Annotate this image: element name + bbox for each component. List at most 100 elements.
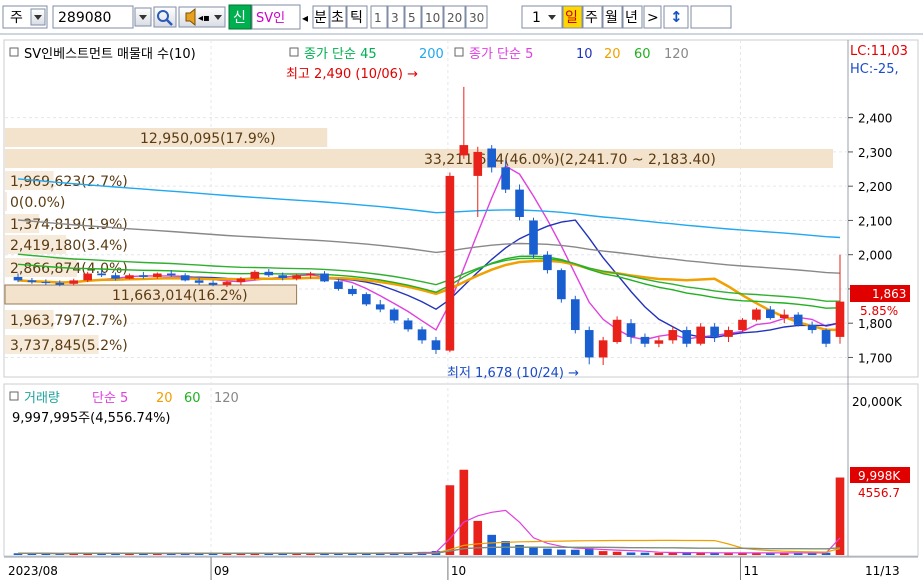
volume-bar — [543, 548, 552, 555]
period-week-label: 주 — [585, 10, 598, 26]
candle-body — [821, 330, 831, 344]
candle-body — [473, 151, 483, 176]
volume-bar — [459, 469, 469, 555]
candle-body — [752, 309, 761, 320]
candle — [612, 316, 622, 344]
candle-body — [222, 282, 232, 285]
sound-button[interactable]: ◂▪ — [178, 6, 226, 28]
interval-button-3[interactable]: 3 — [387, 5, 405, 29]
updown-button[interactable]: ↕ — [663, 5, 689, 29]
price-panel-frame — [3, 39, 919, 378]
candle-body — [793, 314, 803, 325]
period-year-button[interactable]: 년 — [622, 5, 643, 29]
legend-ma-10: 10 — [576, 47, 593, 62]
candle — [598, 336, 608, 365]
volume-profile-label: 3,737,845(5.2%) — [10, 338, 128, 354]
period-year-label: 년 — [625, 10, 638, 26]
legend-title: SV인베스트먼트 매물대 수(10) — [24, 47, 196, 62]
volume-bar — [515, 544, 524, 555]
candle — [738, 318, 747, 332]
new-badge[interactable]: 신 — [228, 4, 252, 30]
candle-body — [153, 273, 162, 277]
candle-body — [584, 330, 594, 358]
candle — [793, 312, 803, 327]
toolbar-divider — [0, 33, 923, 35]
candle — [821, 328, 831, 348]
candle-body — [487, 148, 497, 168]
volume-y-top-label: 20,000K — [852, 395, 903, 409]
period-month-button[interactable]: 월 — [602, 5, 623, 29]
price-tick-label: 2,000 — [858, 249, 892, 263]
candle-body — [766, 309, 775, 319]
legend-ma-120: 120 — [664, 47, 689, 62]
corner-lc: LC:11,03 — [850, 44, 908, 59]
candle — [626, 319, 636, 344]
period-tick-button[interactable]: 틱 — [346, 5, 368, 29]
interval-button-30[interactable]: 30 — [465, 5, 488, 29]
volume-legend-ma5: 단순 5 — [92, 391, 128, 406]
volume-profile-label: 11,663,014(16.2%) — [112, 288, 248, 304]
stock-code-input[interactable]: 289080 — [52, 5, 134, 29]
market-select[interactable]: 주 — [2, 5, 48, 29]
legend-box-icon[interactable] — [9, 391, 19, 401]
candle — [139, 271, 148, 279]
volume-bar — [626, 552, 636, 555]
candle-body — [139, 275, 148, 277]
candle — [682, 326, 692, 348]
legend-box-icon[interactable] — [454, 47, 464, 57]
interval-button-1[interactable]: 1 — [370, 5, 388, 29]
interval-button-10[interactable]: 10 — [421, 5, 444, 29]
candle — [375, 299, 385, 313]
interval-select[interactable]: 1 — [521, 5, 563, 29]
period-week-button[interactable]: 주 — [582, 5, 603, 29]
candle — [779, 309, 789, 324]
period-min-button[interactable]: 분 — [312, 5, 330, 29]
legend-box-icon[interactable] — [9, 47, 19, 57]
volume-legend-ma60: 60 — [184, 391, 201, 406]
volume-profile-label: 0(0.0%) — [10, 195, 65, 211]
volume-bar — [529, 547, 538, 555]
candle — [515, 184, 524, 221]
price-tick-label: 1,700 — [858, 351, 892, 365]
candle — [264, 269, 274, 277]
interval-button-label: 1 — [374, 11, 382, 25]
candle-body — [111, 275, 120, 279]
candle-body — [640, 336, 650, 344]
stock-name-field[interactable]: SV인 — [251, 4, 301, 30]
candle-body — [738, 319, 747, 331]
blank-input[interactable] — [690, 5, 732, 29]
volume-profile-bar — [5, 192, 7, 211]
candle-body — [208, 282, 218, 285]
candle-body — [431, 340, 441, 350]
candle-body — [334, 281, 343, 289]
volume-ma-value: 4556.7 — [858, 486, 900, 500]
candle — [557, 268, 566, 303]
period-day-button[interactable]: 일 — [562, 5, 583, 29]
interval-button-5[interactable]: 5 — [404, 5, 422, 29]
period-sec-button[interactable]: 초 — [329, 5, 347, 29]
candle — [361, 292, 371, 307]
candle-body — [278, 275, 288, 278]
price-tick-label: 1,800 — [858, 317, 892, 331]
next-button[interactable]: > — [643, 5, 662, 29]
candle-body — [27, 280, 37, 283]
search-button[interactable] — [153, 6, 177, 28]
legend-box-icon[interactable] — [289, 47, 299, 57]
candle-body — [779, 314, 789, 319]
code-dropdown-button[interactable] — [134, 7, 152, 27]
interval-select-value: 1 — [532, 10, 541, 26]
updown-arrow-icon: ↕ — [670, 8, 683, 26]
ma-line-5 — [17, 164, 841, 341]
volume-legend-title: 거래량 — [24, 391, 60, 406]
candle-body — [180, 275, 190, 281]
high-annotation: 최고 2,490 (10/06) → — [286, 67, 418, 82]
volume-bar — [640, 552, 650, 555]
interval-button-20[interactable]: 20 — [443, 5, 466, 29]
prev-button[interactable]: ◂ — [302, 11, 308, 25]
candle — [417, 326, 427, 344]
price-tick-label: 2,300 — [858, 146, 892, 160]
candle — [487, 145, 497, 173]
price-tick-label: 2,200 — [858, 180, 892, 194]
new-badge-label: 신 — [233, 10, 246, 26]
candle-body — [696, 326, 705, 344]
